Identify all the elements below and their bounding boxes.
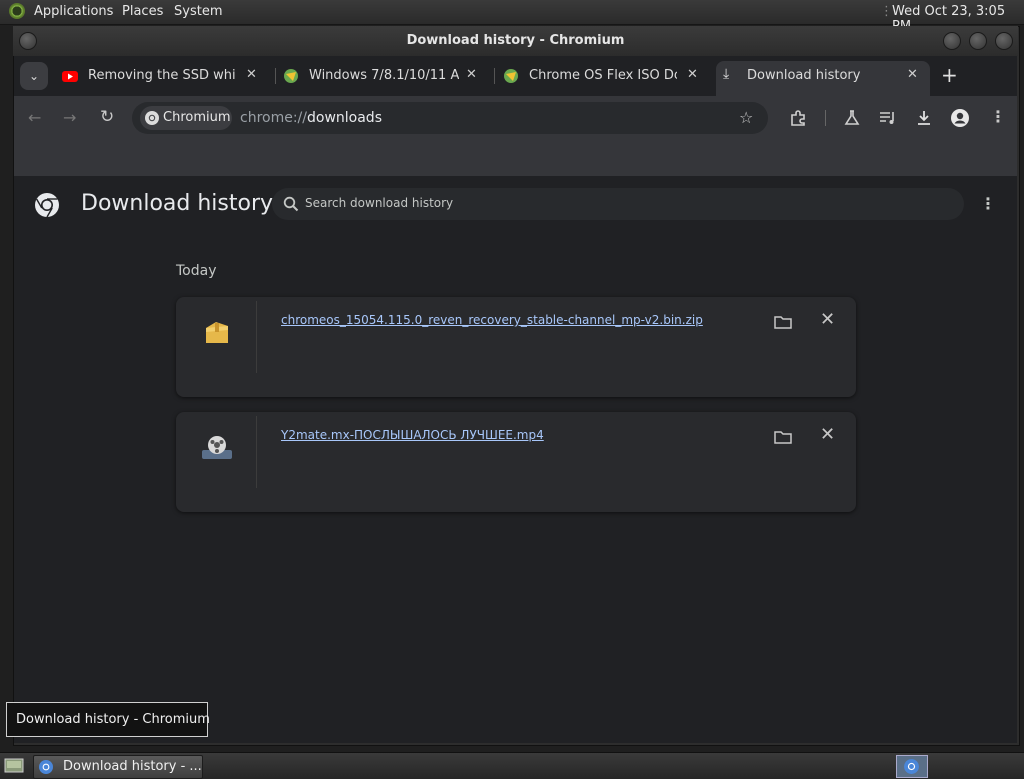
tab-separator [275, 68, 276, 84]
tab-label: Chrome OS Flex ISO Dow [529, 68, 677, 83]
tab-chromeos-flex[interactable]: Chrome OS Flex ISO Dow ✕ [503, 62, 713, 90]
url-text[interactable]: chrome://downloads [240, 110, 382, 126]
tab-close-icon[interactable]: ✕ [687, 67, 698, 82]
tab-label: Removing the SSD while l [88, 68, 236, 83]
archive-icon [206, 322, 228, 343]
globe-icon [284, 69, 298, 83]
maximize-button[interactable] [969, 32, 987, 50]
download-filename-link[interactable]: chromeos_15054.115.0_reven_recovery_stab… [281, 313, 703, 327]
extensions-puzzle-icon[interactable] [789, 109, 807, 127]
distro-logo-icon[interactable] [9, 3, 25, 19]
tab-label: Windows 7/8.1/10/11 All in [309, 68, 459, 83]
forward-arrow-icon[interactable]: → [63, 108, 76, 127]
remove-download-close-icon[interactable]: ✕ [820, 424, 835, 445]
menu-places[interactable]: Places [122, 4, 163, 19]
window-title: Download history - Chromium [406, 33, 625, 48]
tab-separator [494, 68, 495, 84]
workspace-switcher[interactable] [896, 755, 928, 778]
remove-download-close-icon[interactable]: ✕ [820, 309, 835, 330]
media-controls-icon[interactable] [879, 110, 897, 126]
taskbar-window-label: Download history - ... [63, 759, 202, 774]
menu-system[interactable]: System [174, 4, 222, 19]
minimize-button[interactable] [943, 32, 961, 50]
tab-close-icon[interactable]: ✕ [466, 67, 477, 82]
profile-avatar-icon[interactable] [950, 108, 970, 128]
close-window-button[interactable] [995, 32, 1013, 50]
download-item: Y2mate.mx-ПОСЛЫШАЛОСЬ ЛУЧШЕЕ.mp4 ✕ [176, 412, 856, 512]
show-in-folder-icon[interactable] [774, 430, 792, 444]
system-panel: Applications Places System ⋮ Wed Oct 23,… [0, 0, 1024, 34]
site-chip[interactable]: Chromium [140, 106, 232, 130]
item-divider [256, 416, 257, 488]
tab-label: Download history [747, 68, 861, 83]
chromium-icon [145, 111, 159, 125]
page-more-actions-kebab-icon[interactable]: ⋮ [980, 194, 996, 213]
site-chip-label: Chromium [163, 110, 231, 125]
item-divider [256, 301, 257, 373]
url-host: downloads [307, 110, 382, 126]
bookmark-star-icon[interactable]: ☆ [739, 108, 753, 127]
taskbar-tooltip: Download history - Chromium [6, 702, 210, 737]
tab-close-icon[interactable]: ✕ [246, 67, 257, 82]
downloads-toolbar-icon[interactable] [915, 109, 933, 127]
search-downloads-input[interactable]: Search download history [305, 196, 453, 210]
labs-flask-icon[interactable] [843, 109, 861, 127]
tab-close-icon[interactable]: ✕ [907, 67, 918, 82]
download-item: chromeos_15054.115.0_reven_recovery_stab… [176, 297, 856, 397]
toolbar-separator [825, 110, 826, 126]
show-desktop-icon[interactable] [4, 757, 24, 775]
page-title: Download history [81, 191, 274, 216]
globe-icon [504, 69, 518, 83]
taskbar-window-button[interactable]: Download history - ... [33, 755, 203, 779]
menu-applications[interactable]: Applications [34, 4, 113, 19]
tab-windows[interactable]: Windows 7/8.1/10/11 All in ✕ [283, 62, 493, 90]
download-filename-link[interactable]: Y2mate.mx-ПОСЛЫШАЛОСЬ ЛУЧШЕЕ.mp4 [281, 428, 544, 442]
show-in-folder-icon[interactable] [774, 315, 792, 329]
date-header: Today [176, 263, 217, 279]
tab-search-chevron-icon[interactable]: ⌄ [20, 62, 48, 90]
back-arrow-icon[interactable]: ← [28, 108, 41, 127]
chromium-icon [904, 759, 919, 774]
tab-youtube[interactable]: Removing the SSD while l ✕ [62, 62, 272, 90]
search-icon [283, 196, 299, 212]
reload-icon[interactable]: ↻ [100, 107, 114, 127]
youtube-icon [62, 71, 78, 82]
chrome-menu-kebab-icon[interactable]: ⋮ [990, 107, 1006, 126]
video-file-icon [202, 436, 232, 459]
chromium-logo-icon [35, 193, 59, 218]
new-tab-plus-icon[interactable]: + [941, 63, 958, 87]
url-scheme: chrome:// [240, 110, 307, 126]
tab-download-history[interactable]: ⤓ Download history ✕ [723, 62, 928, 90]
chromium-icon [39, 760, 53, 774]
download-icon: ⤓ [723, 66, 730, 82]
tooltip-text: Download history - Chromium [16, 712, 210, 727]
bookmark-bar [14, 140, 1017, 177]
